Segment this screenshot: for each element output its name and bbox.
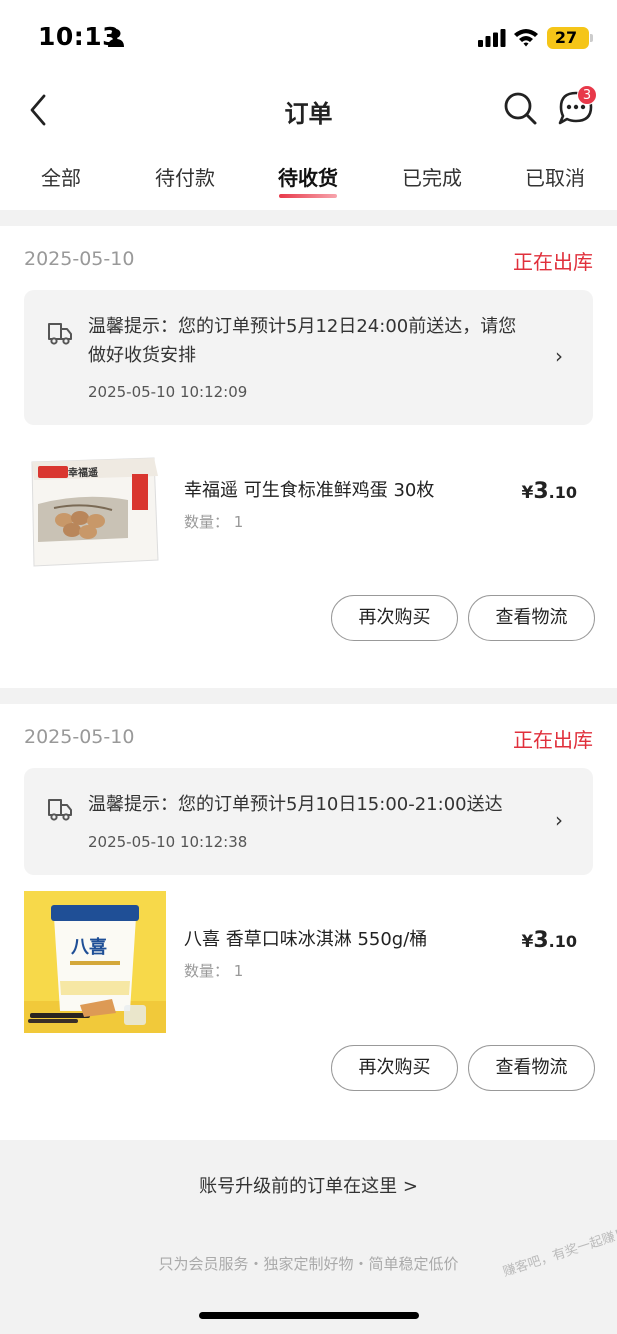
legacy-orders-link[interactable]: 账号升级前的订单在这里 > — [0, 1172, 617, 1198]
product-image[interactable]: 八喜 — [24, 891, 166, 1033]
order-tabs: 全部 待付款 待收货 已完成 已取消 — [0, 150, 617, 206]
tab-pending-payment[interactable]: 待付款 — [140, 162, 230, 191]
rebuy-button[interactable]: 再次购买 — [331, 595, 458, 641]
truck-icon — [48, 799, 72, 821]
price-symbol: ¥ — [521, 483, 534, 503]
status-bar: 10:13 27 — [0, 0, 617, 80]
box-brand-text: 幸福遥 — [68, 466, 98, 479]
notice-time: 2025-05-10 10:12:09 — [88, 383, 248, 401]
chevron-right-icon: › — [555, 344, 563, 368]
wifi-icon — [514, 29, 538, 47]
view-logistics-button[interactable]: 查看物流 — [468, 1045, 595, 1091]
battery-cap — [590, 34, 593, 42]
battery-level: 27 — [554, 28, 578, 47]
product-image[interactable]: 幸福遥 — [24, 442, 166, 584]
tub-brand-text: 八喜 — [71, 937, 107, 958]
price-decimal: .10 — [548, 483, 577, 502]
person-icon — [108, 29, 124, 47]
notice-time: 2025-05-10 10:12:38 — [88, 833, 248, 851]
search-icon[interactable] — [502, 90, 538, 126]
tab-active-indicator — [279, 194, 337, 198]
battery-indicator: 27 — [547, 27, 593, 49]
order-status: 正在出库 — [513, 250, 593, 274]
ice-cream-illustration: 八喜 — [24, 891, 166, 1033]
product-price: ¥3.10 — [522, 928, 578, 953]
notice-text: 温馨提示：您的订单预计5月10日15:00-21:00送达 — [88, 794, 503, 815]
order-card: 2025-05-10 正在出库 温馨提示：您的订单预计5月12日24:00前送达… — [0, 226, 617, 688]
order-date: 2025-05-10 — [24, 726, 135, 748]
product-price: ¥3.10 — [522, 479, 578, 504]
nav-header: 订单 3 — [0, 80, 617, 142]
product-name[interactable]: 幸福遥 可生食标准鲜鸡蛋 30枚 — [184, 476, 434, 502]
section-divider — [0, 688, 617, 704]
view-logistics-button[interactable]: 查看物流 — [468, 595, 595, 641]
product-name[interactable]: 八喜 香草口味冰淇淋 550g/桶 — [184, 925, 427, 951]
order-date: 2025-05-10 — [24, 248, 135, 270]
tab-all[interactable]: 全部 — [16, 162, 106, 191]
tab-cancelled[interactable]: 已取消 — [510, 162, 600, 191]
price-symbol: ¥ — [521, 932, 534, 952]
price-integer: 3 — [533, 928, 549, 953]
message-badge: 3 — [577, 85, 597, 105]
price-integer: 3 — [533, 479, 549, 504]
notice-text: 温馨提示：您的订单预计5月12日24:00前送达，请您做好收货安排 — [88, 316, 517, 366]
tab-completed[interactable]: 已完成 — [387, 162, 477, 191]
section-divider — [0, 210, 617, 226]
product-quantity: 数量： 1 — [184, 962, 244, 980]
chevron-right-icon: › — [555, 808, 563, 832]
delivery-notice[interactable]: 温馨提示：您的订单预计5月10日15:00-21:00送达 2025-05-10… — [24, 768, 593, 875]
home-indicator[interactable] — [199, 1312, 419, 1319]
order-status: 正在出库 — [513, 728, 593, 752]
signal-icon — [478, 29, 506, 47]
tab-pending-receipt[interactable]: 待收货 — [263, 162, 353, 191]
truck-icon — [48, 323, 72, 345]
rebuy-button[interactable]: 再次购买 — [331, 1045, 458, 1091]
price-decimal: .10 — [548, 932, 577, 951]
order-card: 2025-05-10 正在出库 温馨提示：您的订单预计5月10日15:00-21… — [0, 704, 617, 1140]
footer: 账号升级前的订单在这里 > 只为会员服务・独家定制好物・简单稳定低价 — [0, 1140, 617, 1334]
product-quantity: 数量： 1 — [184, 513, 244, 531]
egg-box-illustration: 幸福遥 — [24, 442, 166, 584]
delivery-notice[interactable]: 温馨提示：您的订单预计5月12日24:00前送达，请您做好收货安排 2025-0… — [24, 290, 593, 425]
